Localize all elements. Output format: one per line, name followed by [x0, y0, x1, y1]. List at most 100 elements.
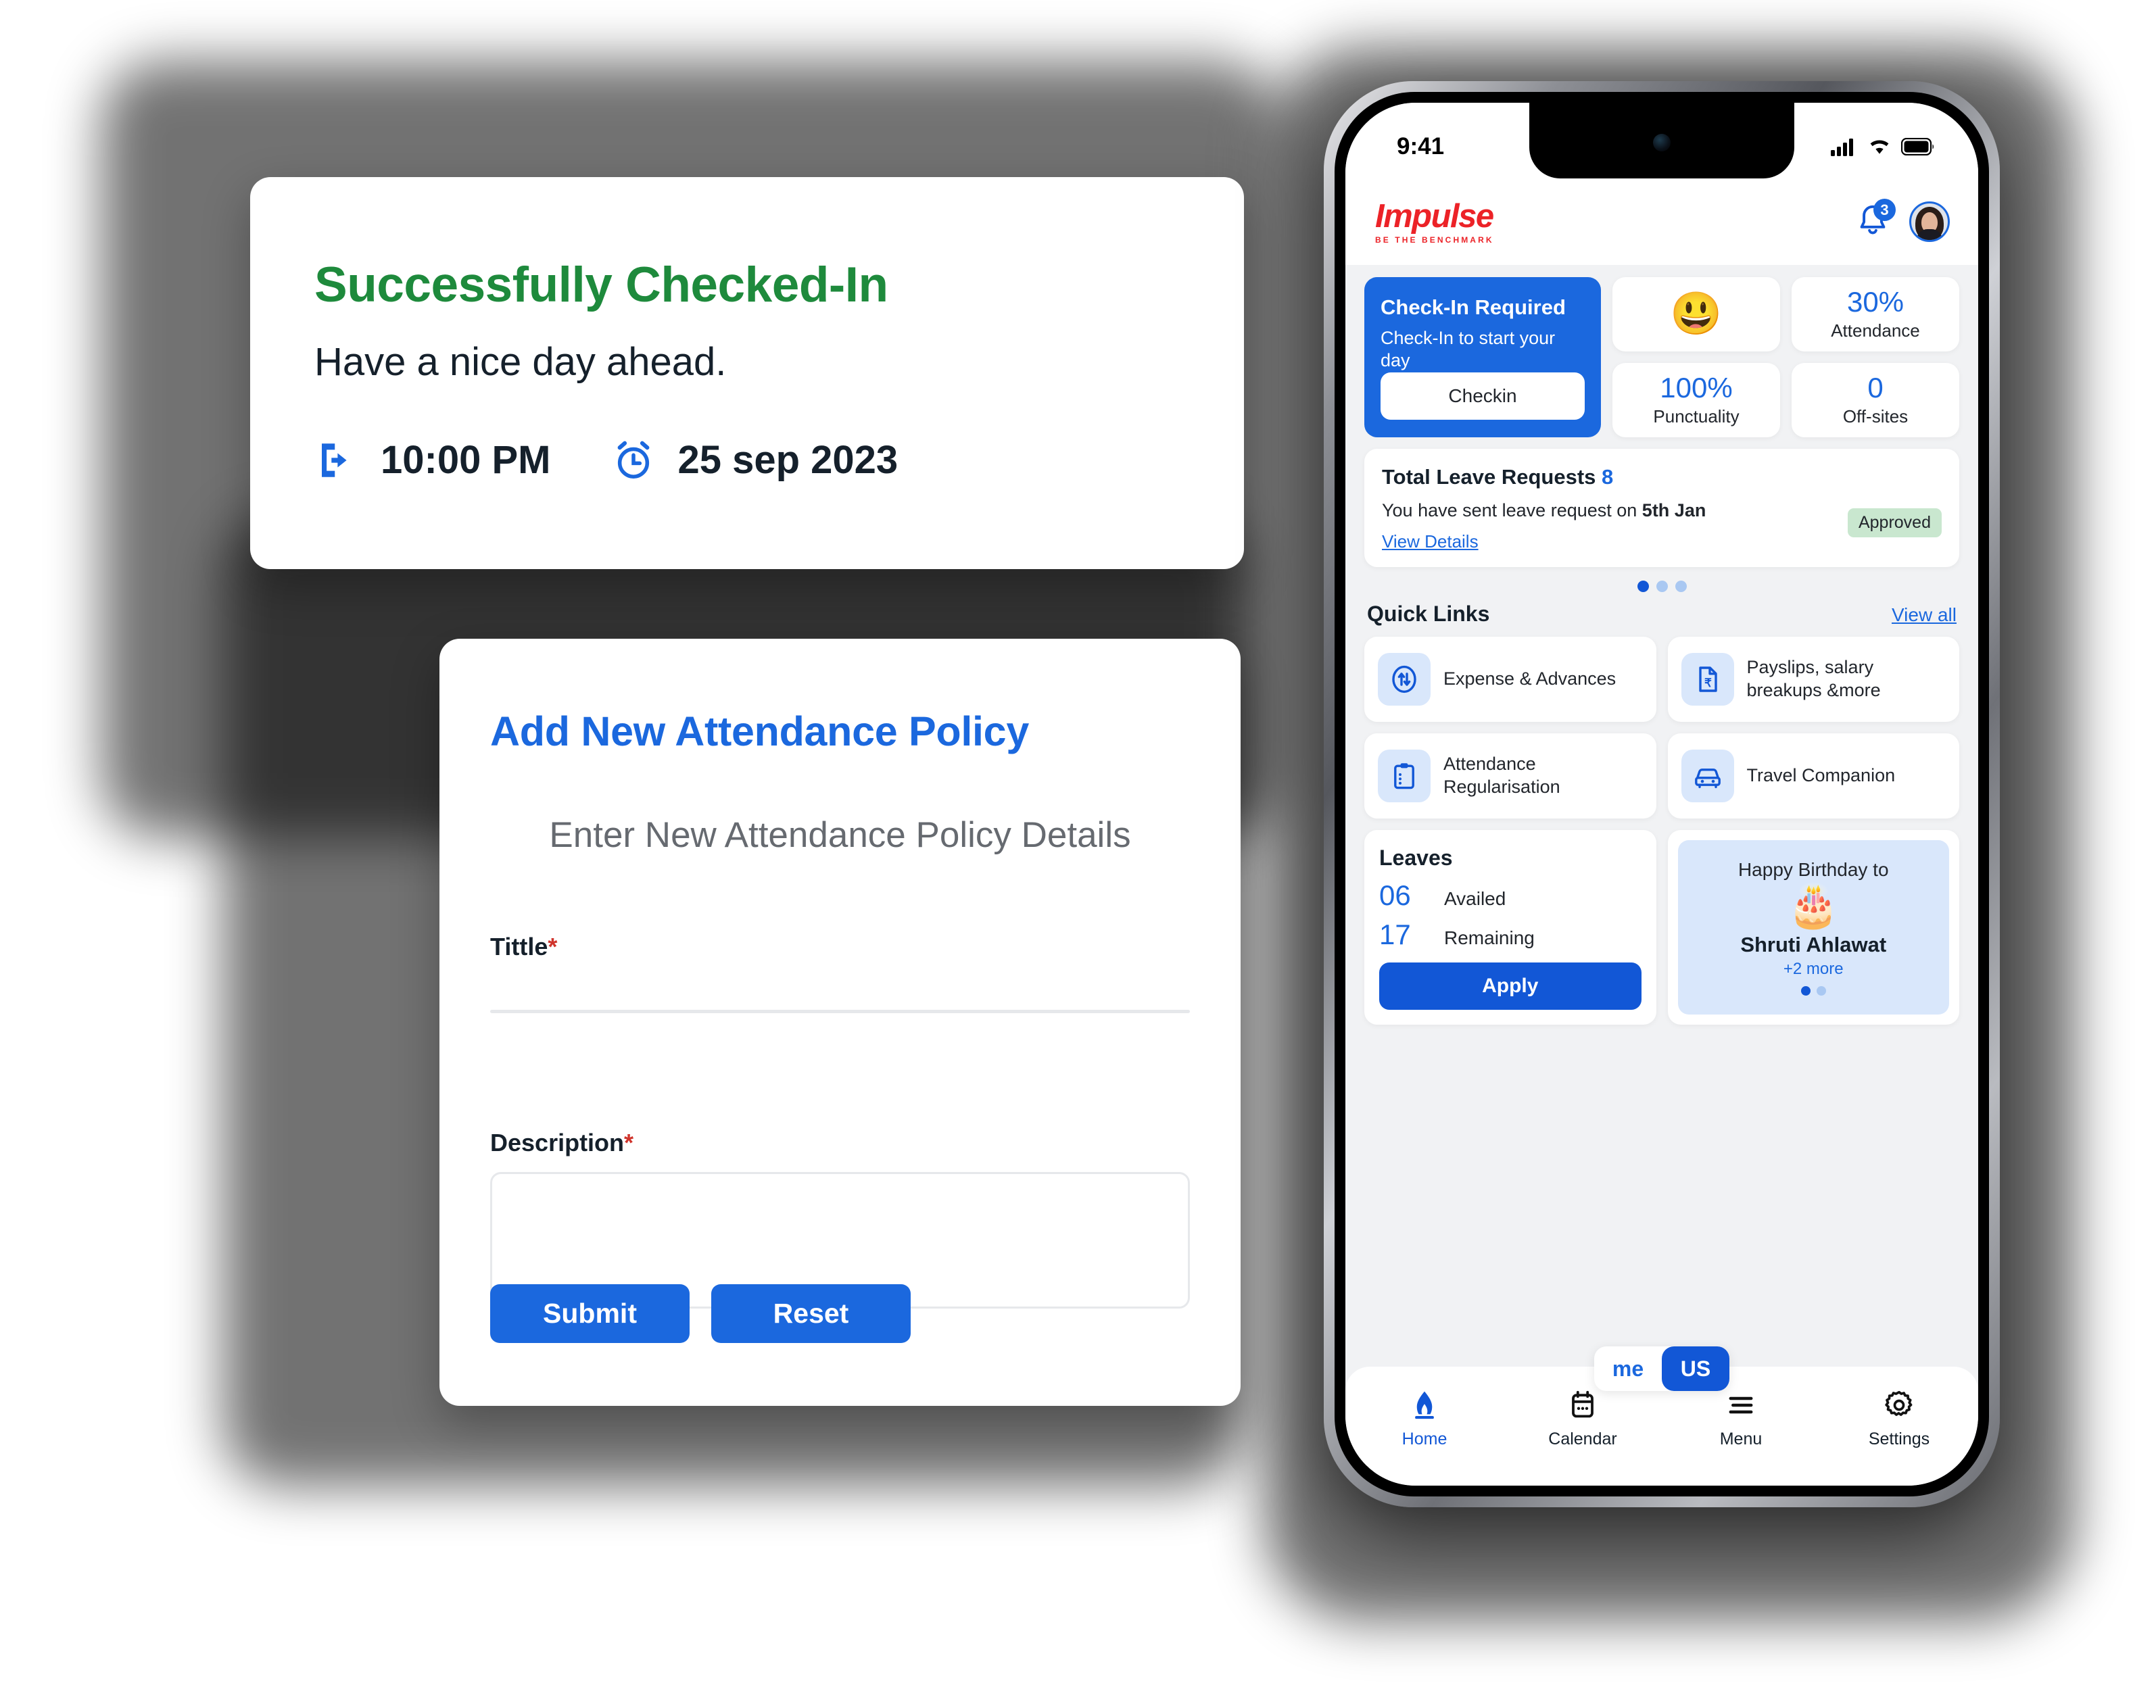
leaves-remaining-row: 17 Remaining	[1379, 921, 1642, 949]
leave-requests-card: Total Leave Requests 8 You have sent lea…	[1364, 449, 1959, 568]
punctuality-label: Punctuality	[1653, 406, 1740, 426]
checkin-success-card: Successfully Checked-In Have a nice day …	[250, 177, 1244, 569]
scope-toggle-us[interactable]: US	[1662, 1346, 1729, 1391]
attendance-tile[interactable]: 30% Attendance	[1792, 277, 1959, 352]
quick-links-view-all[interactable]: View all	[1892, 604, 1957, 626]
description-field-group: Description*	[490, 1129, 1190, 1309]
checkin-widget-body: Check-In to start your day	[1381, 327, 1556, 371]
policy-form-actions: Submit Reset	[490, 1284, 911, 1343]
tab-menu[interactable]: Menu	[1662, 1387, 1820, 1449]
smiley-face-icon: 😃	[1670, 291, 1723, 338]
battery-icon	[1901, 138, 1934, 155]
calendar-icon	[1566, 1387, 1599, 1423]
quick-link-payslips[interactable]: ₹ Payslips, salary breakups &more	[1667, 637, 1959, 723]
birthday-card-inner[interactable]: Happy Birthday to 🎂 Shruti Ahlawat +2 mo…	[1677, 840, 1949, 1015]
quick-link-label: Travel Companion	[1746, 765, 1896, 786]
checkin-required-widget: Check-In Required Check-In to start your…	[1364, 277, 1601, 438]
carousel-dots	[1364, 581, 1959, 593]
quick-link-travel-companion[interactable]: Travel Companion	[1667, 733, 1959, 819]
notifications-button[interactable]: 3	[1854, 199, 1896, 242]
birthday-heading: Happy Birthday to	[1738, 859, 1889, 881]
stat-tiles-grid: 😃 30% Attendance 100% Punctuality 0 Off-…	[1612, 277, 1959, 438]
checkin-time-item: 10:00 PM	[314, 437, 550, 483]
tab-calendar[interactable]: Calendar	[1504, 1387, 1662, 1449]
mood-tile[interactable]: 😃	[1612, 277, 1780, 352]
app-logo-text: Impulse	[1375, 197, 1494, 235]
cellular-signal-icon	[1831, 139, 1853, 156]
tab-home[interactable]: Home	[1345, 1387, 1504, 1449]
quick-link-expense-advances[interactable]: Expense & Advances	[1364, 637, 1656, 723]
view-details-link[interactable]: View Details	[1382, 531, 1479, 552]
checkin-button[interactable]: Checkin	[1381, 372, 1585, 420]
scope-toggle-me[interactable]: me	[1594, 1346, 1662, 1391]
carousel-dot[interactable]	[1637, 581, 1649, 593]
quick-links-grid: Expense & Advances ₹ Payslips, salary br…	[1364, 637, 1959, 819]
leave-requests-heading: Total Leave Requests 8	[1382, 465, 1614, 489]
policy-form-title: Add New Attendance Policy	[490, 708, 1029, 754]
tab-label: Menu	[1719, 1430, 1763, 1448]
front-camera-icon	[1653, 134, 1671, 151]
leaves-title: Leaves	[1379, 846, 1453, 871]
app-logo: Impulse BE THE BENCHMARK	[1375, 197, 1494, 245]
leave-requests-count: 8	[1602, 465, 1614, 489]
leaves-availed-label: Availed	[1444, 888, 1506, 910]
quick-links-title: Quick Links	[1367, 602, 1490, 627]
scope-toggle: me US	[1594, 1346, 1729, 1391]
status-bar-icons	[1831, 137, 1935, 156]
description-field-label: Description*	[490, 1129, 634, 1156]
title-required-asterisk: *	[548, 933, 558, 960]
screenshot-stage: Successfully Checked-In Have a nice day …	[0, 0, 2156, 1708]
svg-text:₹: ₹	[1704, 677, 1712, 689]
tab-settings[interactable]: Settings	[1820, 1387, 1978, 1449]
reset-button[interactable]: Reset	[711, 1284, 911, 1343]
checkin-widget-heading: Check-In Required	[1381, 295, 1566, 319]
birthday-cake-icon: 🎂	[1787, 883, 1840, 930]
offsites-label: Off-sites	[1842, 406, 1909, 426]
leaves-remaining-label: Remaining	[1444, 927, 1535, 949]
checkin-success-subtitle: Have a nice day ahead.	[314, 340, 727, 384]
checkin-success-title: Successfully Checked-In	[314, 258, 888, 312]
birthday-carousel-dots	[1800, 985, 1826, 996]
attendance-label: Attendance	[1831, 320, 1920, 341]
quick-link-attendance-regularisation[interactable]: Attendance Regularisation	[1364, 733, 1656, 819]
leaves-remaining-value: 17	[1379, 919, 1411, 951]
carousel-dot[interactable]	[1656, 581, 1668, 593]
leaves-availed-row: 06 Availed	[1379, 881, 1642, 910]
offsites-tile[interactable]: 0 Off-sites	[1792, 363, 1959, 438]
tab-label: Home	[1402, 1430, 1447, 1448]
checkin-date-item: 25 sep 2023	[611, 437, 898, 483]
home-icon	[1407, 1387, 1442, 1423]
phone-bezel: 9:41 Impulse BE THE BENCHMARK 3 Check-In…	[1335, 92, 1989, 1496]
checkin-date-value: 25 sep 2023	[677, 438, 899, 482]
punctuality-tile[interactable]: 100% Punctuality	[1612, 363, 1780, 438]
home-content: Check-In Required Check-In to start your…	[1345, 265, 1978, 1367]
offsites-value: 0	[1867, 371, 1884, 404]
birthday-card: Happy Birthday to 🎂 Shruti Ahlawat +2 mo…	[1667, 830, 1959, 1025]
wifi-icon	[1870, 140, 1889, 154]
avatar[interactable]	[1909, 201, 1950, 242]
clipboard-icon	[1378, 750, 1431, 803]
quick-link-label: Attendance Regularisation	[1443, 754, 1560, 798]
description-required-asterisk: *	[624, 1129, 634, 1156]
alarm-clock-icon	[618, 441, 650, 479]
quick-link-label: Payslips, salary breakups &more	[1746, 657, 1881, 701]
tab-label: Settings	[1868, 1430, 1930, 1448]
carousel-dot[interactable]	[1675, 581, 1687, 593]
attendance-policy-form-card: Add New Attendance Policy Enter New Atte…	[439, 639, 1241, 1406]
app-logo-tagline: BE THE BENCHMARK	[1375, 235, 1494, 245]
leaves-birthday-row: Leaves 06 Availed 17 Remaining Apply Hap…	[1364, 830, 1959, 1025]
apply-leave-button[interactable]: Apply	[1379, 962, 1642, 1010]
checkin-time-value: 10:00 PM	[381, 438, 551, 482]
top-widgets-row: Check-In Required Check-In to start your…	[1364, 277, 1959, 438]
birthday-more-count[interactable]: +2 more	[1783, 960, 1844, 979]
phone-screen: 9:41 Impulse BE THE BENCHMARK 3 Check-In…	[1345, 103, 1978, 1486]
exit-door-arrow-icon	[322, 443, 347, 477]
submit-button[interactable]: Submit	[490, 1284, 690, 1343]
title-field-label: Tittle*	[490, 933, 558, 960]
leaves-availed-value: 06	[1379, 879, 1411, 912]
phone-mockup: 9:41 Impulse BE THE BENCHMARK 3 Check-In…	[1324, 81, 2000, 1507]
birthday-dot[interactable]	[1816, 985, 1826, 996]
birthday-dot[interactable]	[1800, 985, 1811, 996]
title-input[interactable]	[490, 1010, 1190, 1013]
checkin-meta-row: 10:00 PM 25 sep 2023	[314, 437, 898, 483]
